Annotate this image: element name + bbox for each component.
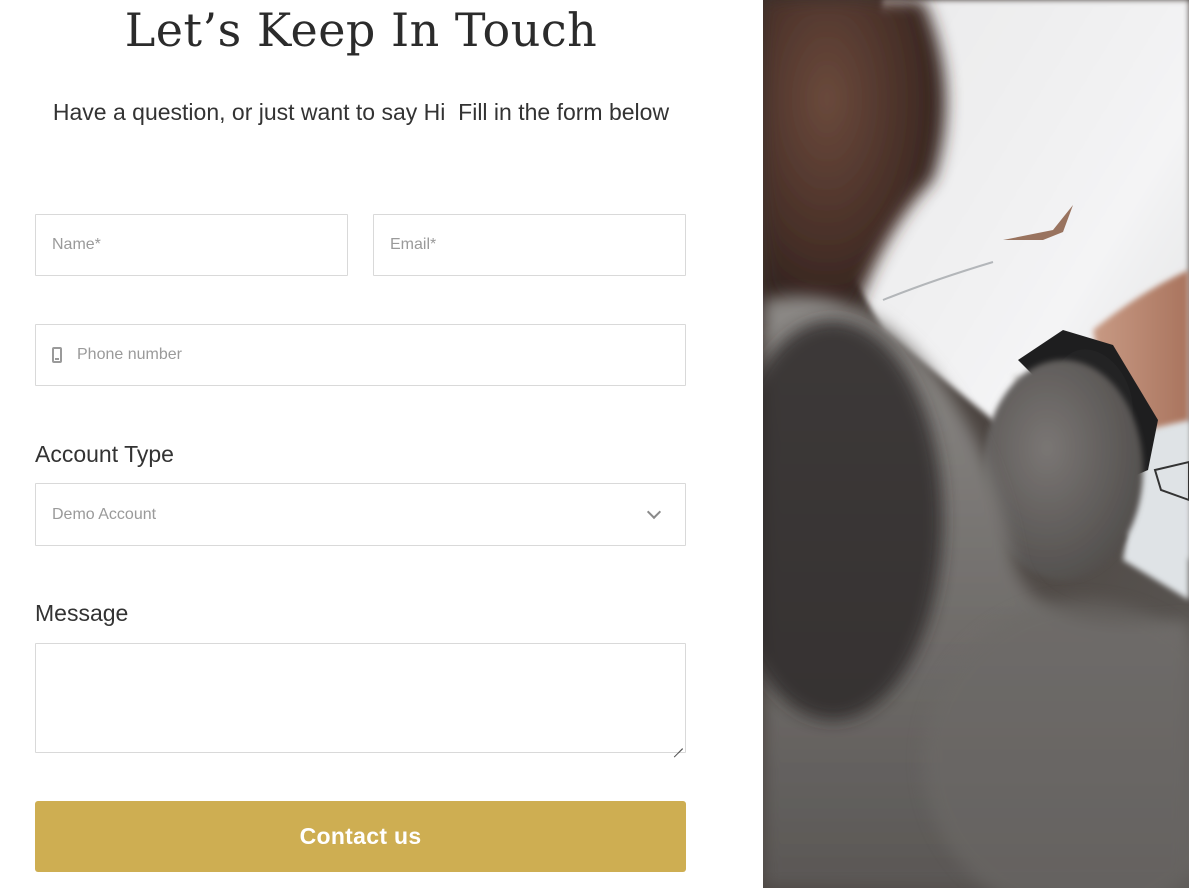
hero-photo bbox=[763, 0, 1189, 888]
chevron-down-icon bbox=[646, 504, 662, 520]
resize-handle-icon[interactable] bbox=[673, 740, 683, 750]
email-input[interactable] bbox=[374, 215, 685, 275]
message-textarea[interactable] bbox=[36, 644, 685, 752]
page-title: Let’s Keep In Touch bbox=[124, 3, 598, 57]
phone-field bbox=[35, 324, 686, 386]
page-subtitle: Have a question, or just want to say Hi … bbox=[52, 99, 670, 125]
contact-us-button[interactable]: Contact us bbox=[35, 801, 686, 872]
message-field bbox=[35, 643, 686, 753]
phone-input[interactable] bbox=[36, 325, 685, 385]
person-with-watch-image bbox=[763, 0, 1189, 888]
account-type-selected-value: Demo Account bbox=[52, 506, 157, 523]
message-label: Message bbox=[35, 600, 129, 626]
contact-form-panel: Let’s Keep In Touch Have a question, or … bbox=[0, 0, 763, 888]
name-input[interactable] bbox=[36, 215, 347, 275]
contact-page: Let’s Keep In Touch Have a question, or … bbox=[0, 0, 1189, 888]
email-field bbox=[373, 214, 686, 276]
mobile-phone-icon bbox=[52, 347, 62, 363]
account-type-select[interactable]: Demo Account bbox=[35, 483, 686, 546]
account-type-label: Account Type bbox=[35, 441, 174, 467]
name-field bbox=[35, 214, 348, 276]
